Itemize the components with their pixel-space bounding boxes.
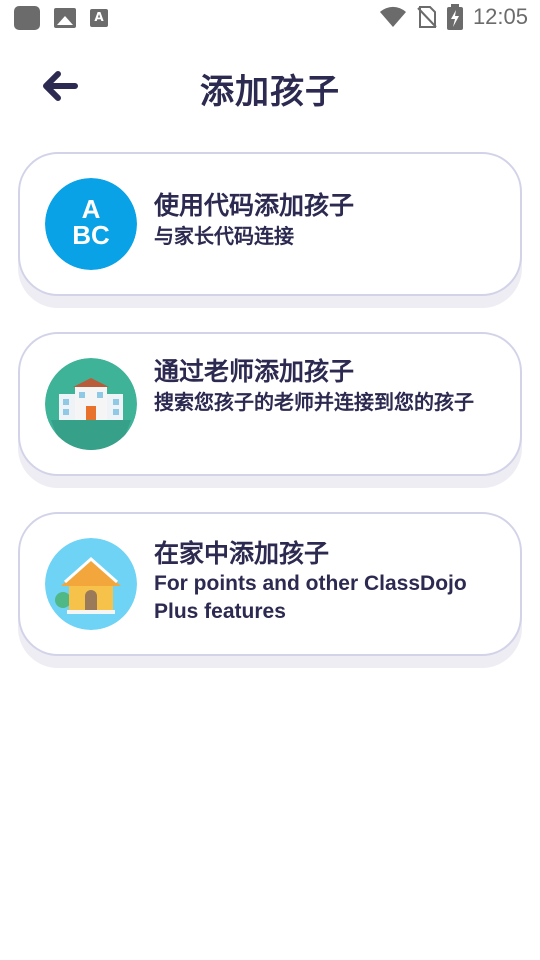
page-title: 添加孩子 bbox=[200, 72, 340, 112]
app-icon bbox=[14, 6, 40, 30]
header: 添加孩子 bbox=[0, 50, 540, 120]
option-title: 在家中添加孩子 bbox=[154, 539, 330, 568]
status-time: 12:05 bbox=[472, 4, 528, 29]
option-add-at-home: 在家中添加孩子 For points and other ClassDojo P… bbox=[18, 512, 522, 668]
abc-blocks-icon: A BC bbox=[45, 178, 137, 270]
school-building-icon bbox=[45, 358, 137, 450]
option-subtitle: 搜索您孩子的老师并连接到您的孩子 bbox=[154, 390, 474, 414]
status-right-icons: 12:05 bbox=[379, 4, 528, 30]
font-icon: A bbox=[90, 9, 108, 27]
option-subtitle: For points and other ClassDojo Plus feat… bbox=[154, 572, 467, 623]
option-title: 通过老师添加孩子 bbox=[154, 357, 355, 386]
option-title: 使用代码添加孩子 bbox=[154, 191, 355, 220]
house-icon bbox=[45, 538, 137, 630]
battery-charging-icon bbox=[446, 4, 463, 30]
wifi-icon bbox=[379, 6, 406, 27]
no-sim-icon bbox=[417, 6, 437, 28]
option-add-through-teacher: 通过老师添加孩子 搜索您孩子的老师并连接到您的孩子 bbox=[18, 332, 522, 488]
add-with-code-card[interactable]: A BC 使用代码添加孩子 与家长代码连接 bbox=[18, 152, 522, 296]
svg-text:BC: BC bbox=[72, 220, 110, 250]
add-at-home-card[interactable]: 在家中添加孩子 For points and other ClassDojo P… bbox=[18, 512, 522, 656]
gallery-icon bbox=[54, 8, 76, 28]
add-through-teacher-card[interactable]: 通过老师添加孩子 搜索您孩子的老师并连接到您的孩子 bbox=[18, 332, 522, 476]
status-bar: A 12:05 bbox=[0, 0, 540, 36]
status-left-icons: A bbox=[14, 6, 108, 30]
option-add-with-code: A BC 使用代码添加孩子 与家长代码连接 bbox=[18, 152, 522, 308]
option-subtitle: 与家长代码连接 bbox=[154, 224, 294, 248]
